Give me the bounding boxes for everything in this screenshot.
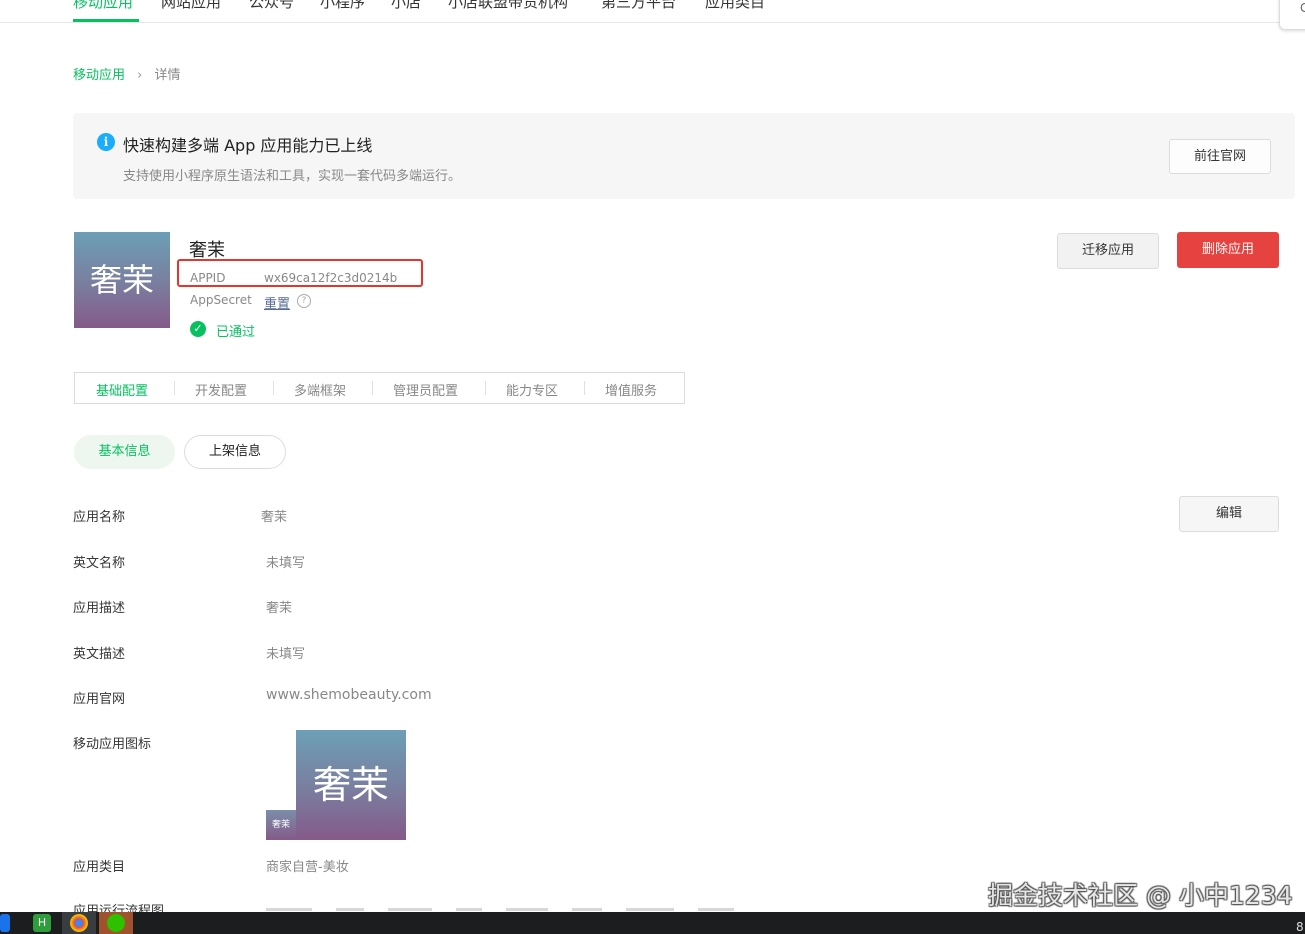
taskbar: H 8: [0, 912, 1305, 934]
tab-dev-config[interactable]: 开发配置: [195, 380, 247, 399]
field-label-website: 应用官网: [73, 692, 126, 707]
field-label-app-icon: 移动应用图标: [73, 737, 152, 752]
field-value-app-desc: 奢茉: [266, 601, 293, 616]
taskbar-slot-chrome[interactable]: [62, 912, 96, 934]
nav-item-app-category[interactable]: 应用类目: [705, 0, 765, 12]
tab-multi-framework[interactable]: 多端框架: [294, 380, 346, 399]
nav-item-mobile-app[interactable]: 移动应用: [73, 0, 133, 12]
config-tabs: 基础配置 开发配置 多端框架 管理员配置 能力专区 增值服务: [74, 372, 685, 404]
tab-divider: [174, 381, 175, 395]
field-label-english-desc: 英文描述: [73, 647, 126, 662]
wechat-icon: [107, 914, 125, 932]
chrome-icon: [70, 914, 88, 932]
field-value-app-name: 奢茉: [261, 510, 288, 525]
app-icon-small: 奢茉: [266, 810, 296, 840]
tab-divider: [485, 381, 486, 395]
tab-value-added[interactable]: 增值服务: [605, 380, 657, 399]
breadcrumb: 移动应用 › 详情: [73, 64, 181, 83]
map-pin-icon[interactable]: [0, 914, 10, 932]
check-circle-icon: ✓: [190, 321, 206, 337]
field-value-website: www.shemobeauty.com: [266, 687, 432, 703]
nav-item-third-party[interactable]: 第三方平台: [601, 0, 676, 12]
notice-banner: i 快速构建多端 App 应用能力已上线 支持使用小程序原生语法和工具，实现一套…: [73, 113, 1295, 199]
field-label-english-name: 英文名称: [73, 556, 126, 571]
field-label-category: 应用类目: [73, 860, 126, 875]
subtab-shelf-info[interactable]: 上架信息: [184, 435, 286, 469]
corner-button-label: G: [1300, 1, 1305, 15]
nav-active-indicator: [73, 19, 139, 22]
tab-basic-config[interactable]: 基础配置: [96, 380, 148, 399]
breadcrumb-parent-link[interactable]: 移动应用: [73, 68, 125, 83]
nav-item-official-account[interactable]: 公众号: [249, 0, 294, 12]
notice-title: 快速构建多端 App 应用能力已上线: [123, 136, 373, 155]
migrate-app-button[interactable]: 迁移应用: [1057, 233, 1159, 269]
nav-item-store-alliance[interactable]: 小店联盟带货机构: [448, 0, 568, 12]
chevron-right-icon: ›: [137, 68, 143, 83]
tab-divider: [372, 381, 373, 395]
taskbar-slot-wechat[interactable]: [99, 912, 133, 934]
field-value-english-name: 未填写: [266, 556, 306, 571]
taskbar-clock: 8: [1296, 920, 1304, 934]
appsecret-label: AppSecret: [190, 293, 252, 307]
status-badge: 已通过: [216, 325, 256, 340]
delete-app-button[interactable]: 删除应用: [1177, 232, 1279, 268]
nav-item-website-app[interactable]: 网站应用: [161, 0, 221, 12]
nav-item-store[interactable]: 小店: [391, 0, 421, 12]
tab-divider: [273, 381, 274, 395]
tab-divider: [584, 381, 585, 395]
tab-capabilities[interactable]: 能力专区: [506, 380, 558, 399]
help-icon[interactable]: ?: [297, 294, 311, 308]
reset-secret-link[interactable]: 重置: [264, 293, 290, 312]
appid-value: wx69ca12f2c3d0214b: [264, 271, 398, 285]
appid-label: APPID: [190, 271, 226, 285]
edit-button[interactable]: 编辑: [1179, 496, 1279, 532]
field-value-category: 商家自营-美妆: [266, 860, 349, 875]
field-value-english-desc: 未填写: [266, 647, 306, 662]
breadcrumb-current: 详情: [154, 68, 181, 83]
nav-item-mini-program[interactable]: 小程序: [320, 0, 365, 12]
notice-description: 支持使用小程序原生语法和工具，实现一套代码多端运行。: [123, 169, 462, 184]
top-nav: 移动应用 网站应用 公众号 小程序 小店 小店联盟带货机构 第三方平台 应用类目: [0, 0, 1305, 23]
field-label-app-desc: 应用描述: [73, 601, 126, 616]
info-icon: i: [97, 133, 115, 151]
watermark: 掘金技术社区 @ 小中1234: [988, 881, 1293, 910]
tab-admin-config[interactable]: 管理员配置: [393, 380, 458, 399]
subtab-basic-info[interactable]: 基本信息: [74, 435, 175, 469]
goto-official-site-button[interactable]: 前往官网: [1169, 139, 1271, 174]
field-label-app-name: 应用名称: [73, 510, 126, 525]
corner-button[interactable]: G: [1279, 0, 1305, 30]
app-icon-large: 奢茉: [296, 730, 406, 840]
app-logo: 奢茉: [74, 232, 170, 328]
hbuilder-icon[interactable]: H: [33, 914, 51, 932]
